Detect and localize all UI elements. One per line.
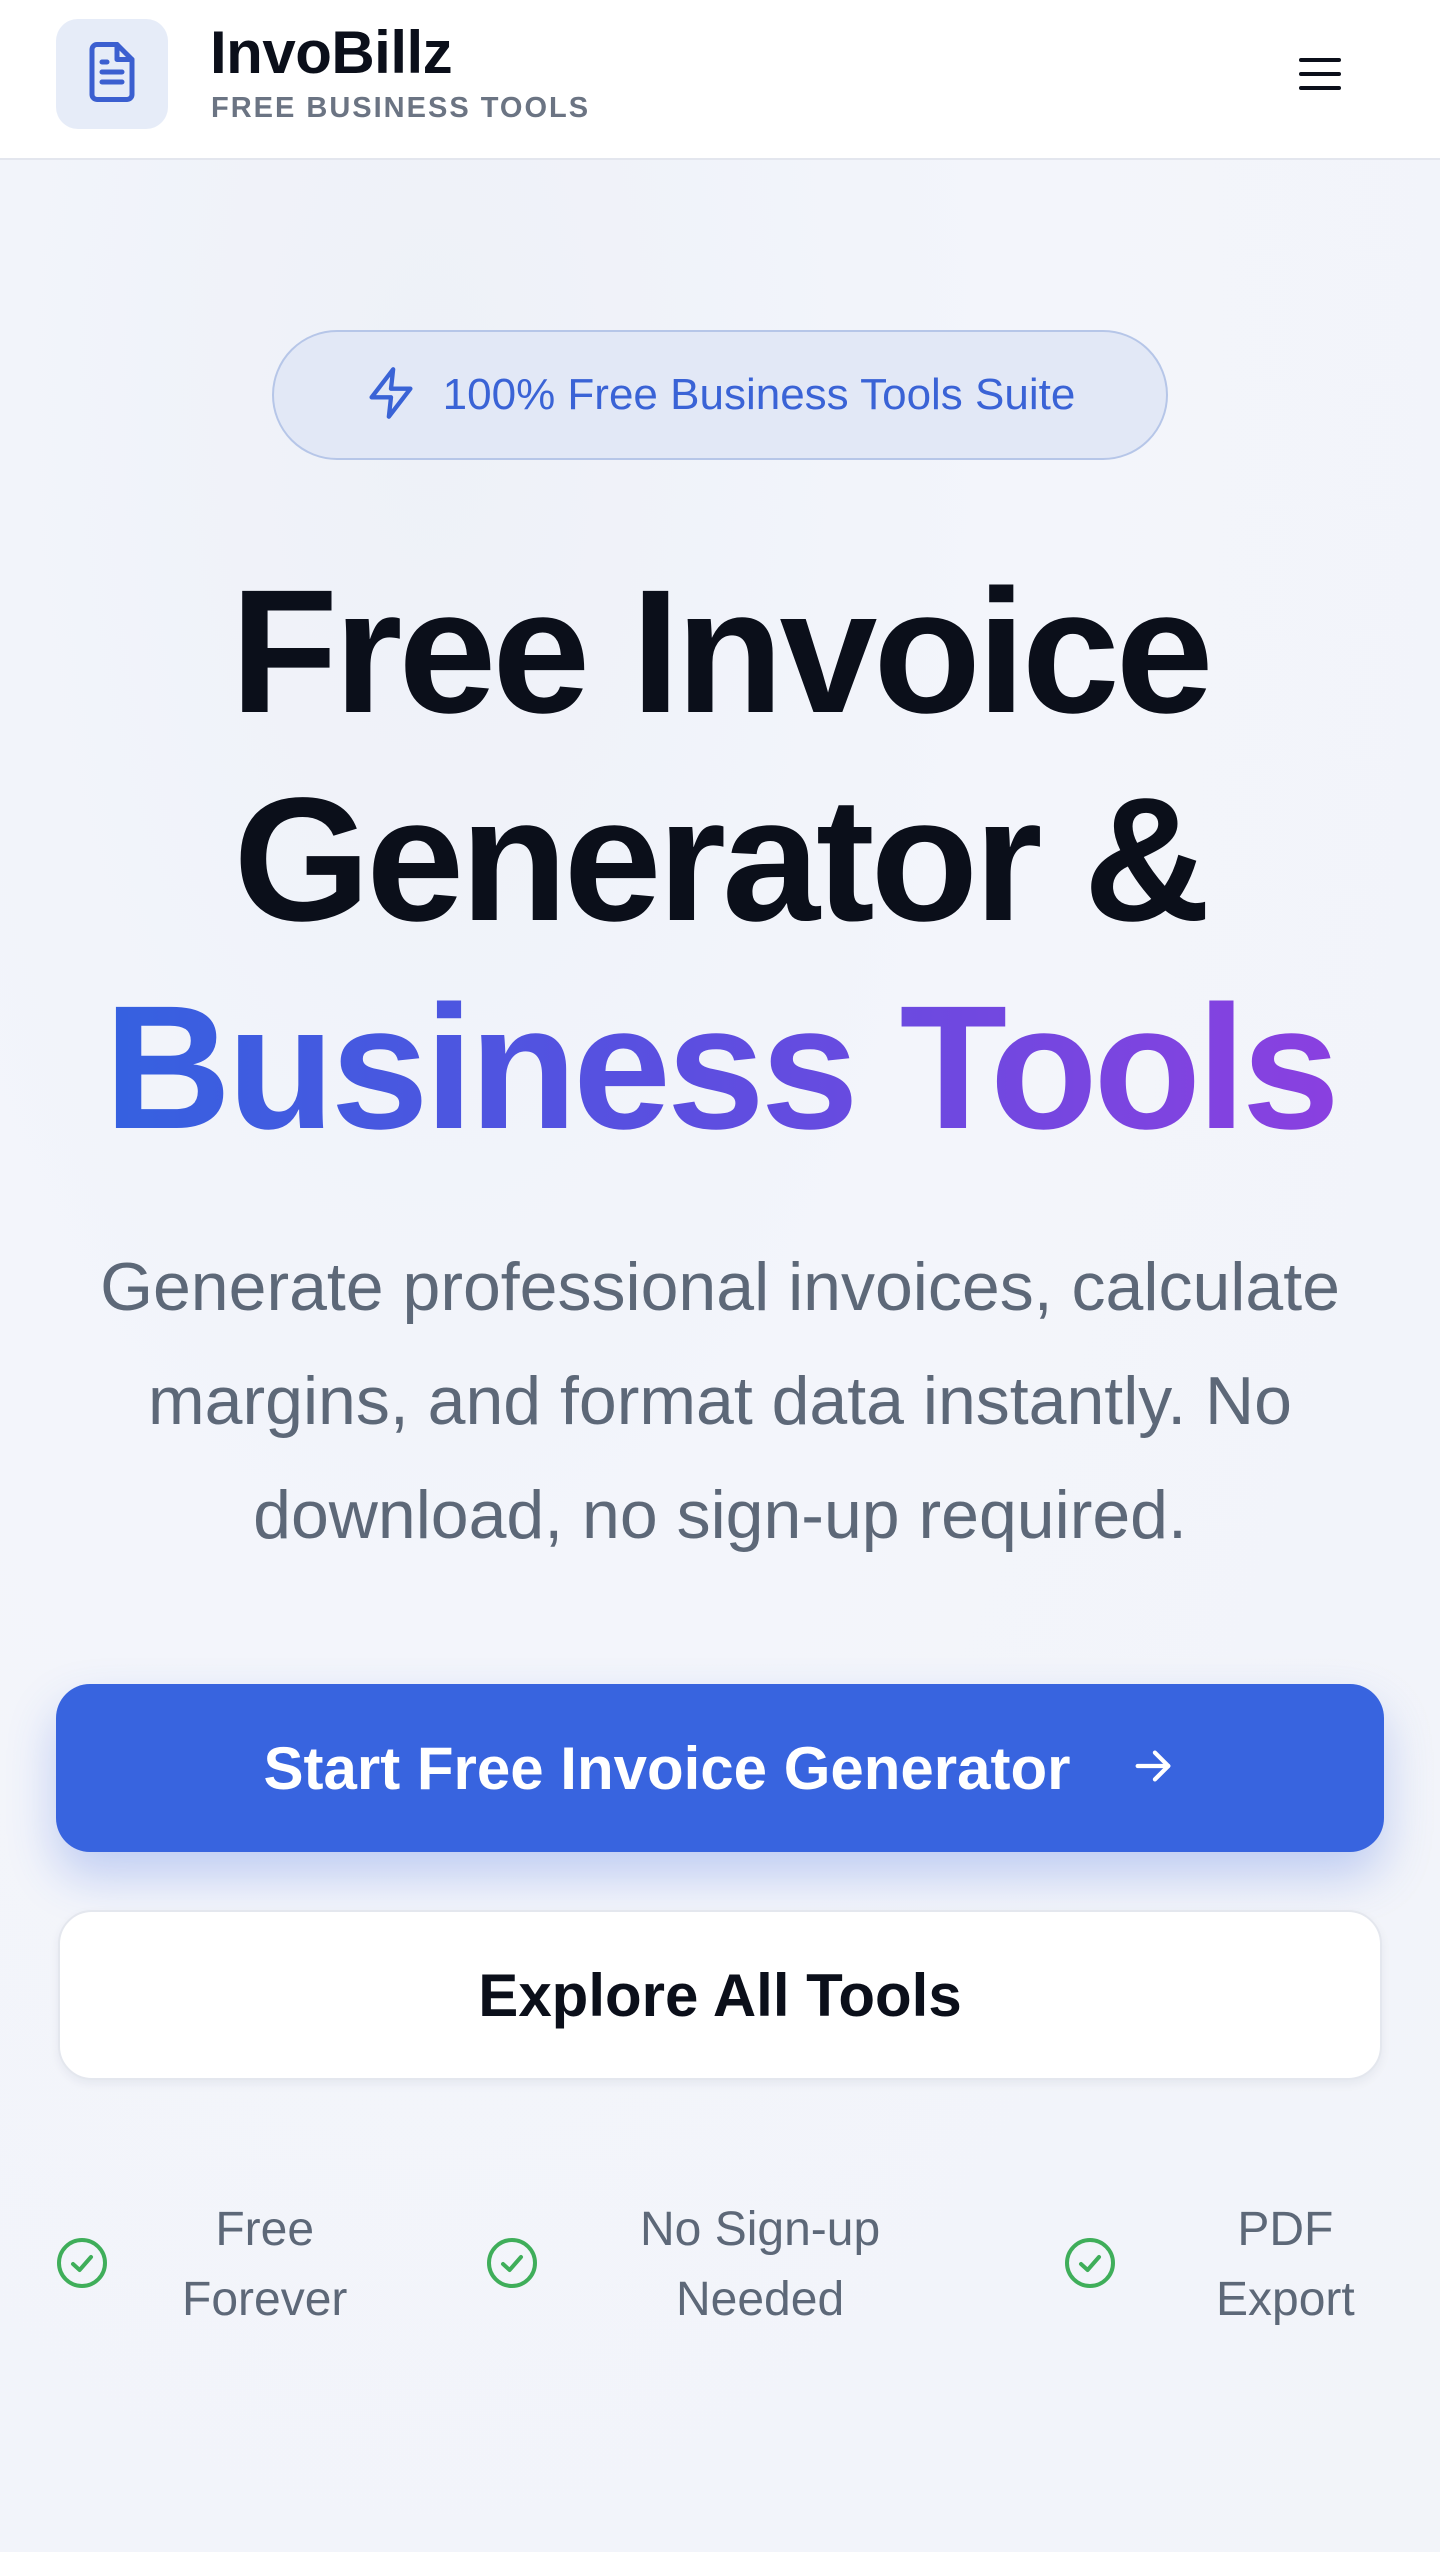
hero-badge: 100% Free Business Tools Suite — [272, 330, 1168, 460]
page-title: Free Invoice Generator & Business Tools — [0, 548, 1440, 1172]
menu-button[interactable] — [1284, 44, 1356, 108]
check-circle-icon — [1064, 2237, 1116, 2294]
start-invoice-generator-button[interactable]: Start Free Invoice Generator — [56, 1684, 1384, 1852]
check-circle-icon — [486, 2237, 538, 2294]
headline-gradient-line: Business Tools — [104, 964, 1340, 1172]
brand-name[interactable]: InvoBillz — [210, 18, 453, 88]
feature-free-forever: Free Forever — [56, 2190, 376, 2340]
hamburger-menu-icon — [1297, 55, 1343, 98]
feature-label: PDF Export — [1216, 2203, 1355, 2326]
brand-tagline: FREE BUSINESS TOOLS — [211, 92, 591, 124]
subtitle-line-1: Generate professional invoices, calculat… — [100, 1249, 1340, 1325]
headline-line-2: Generator & — [233, 762, 1210, 958]
logo[interactable] — [56, 19, 168, 129]
arrow-right-icon — [1130, 1743, 1176, 1794]
feature-label: No Sign-up Needed — [640, 2203, 881, 2326]
subtitle-line-3: download, no sign-up required. — [253, 1477, 1187, 1553]
primary-button-label: Start Free Invoice Generator — [263, 1734, 1071, 1802]
feature-pdf-export: PDF Export — [1064, 2190, 1384, 2340]
headline-line-1: Free Invoice — [230, 554, 1213, 750]
badge-text: 100% Free Business Tools Suite — [442, 370, 1076, 419]
hero-subtitle: Generate professional invoices, calculat… — [60, 1230, 1380, 1572]
feature-label: Free Forever — [182, 2203, 348, 2326]
explore-all-tools-button[interactable]: Explore All Tools — [58, 1910, 1382, 2080]
subtitle-line-2: margins, and format data instantly. No — [148, 1363, 1292, 1439]
document-icon — [82, 39, 142, 110]
site-header: InvoBillz FREE BUSINESS TOOLS — [0, 0, 1440, 160]
feature-no-signup: No Sign-up Needed — [486, 2190, 906, 2340]
secondary-button-label: Explore All Tools — [478, 1961, 962, 2029]
lightning-bolt-icon — [365, 365, 417, 426]
check-circle-icon — [56, 2237, 108, 2294]
